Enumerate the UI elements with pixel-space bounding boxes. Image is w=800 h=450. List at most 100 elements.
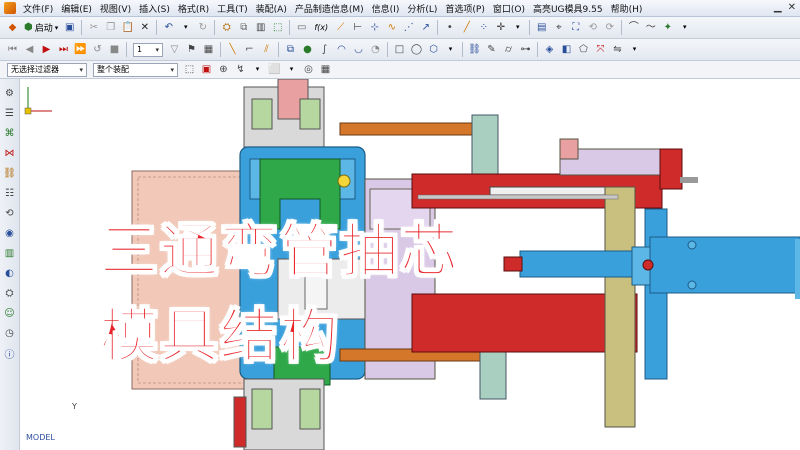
view-options-icon[interactable]: ◎ [301,62,316,77]
paste-icon[interactable]: 📋 [120,20,135,35]
sphere-icon[interactable]: ● [300,42,315,57]
undo-icon[interactable]: ↶ [161,20,176,35]
web-browser-icon[interactable]: ◉ [3,226,17,240]
checker-flag-icon[interactable]: ▦ [201,42,216,57]
undo-dropdown-icon[interactable]: ▾ [178,20,193,35]
settings-icon[interactable]: ⚙ [3,86,17,100]
menu-assembly[interactable]: 装配(A) [252,2,291,15]
dropdown-icon[interactable]: ▾ [443,42,458,57]
snap-point-icon[interactable]: ⊕ [216,62,231,77]
play-icon[interactable]: ▶ [39,42,54,57]
orient-view-icon[interactable]: ⟳ [602,20,617,35]
assembly-tool-icon[interactable]: ⛭ [219,20,234,35]
delete-icon[interactable]: ✕ [137,20,152,35]
fit-view-icon[interactable]: ⛶ [568,20,583,35]
menu-edit[interactable]: 编辑(E) [57,2,96,15]
arc-icon[interactable]: ⌒ [626,20,641,35]
history-icon[interactable]: ⟲ [3,206,17,220]
component-icon[interactable]: ⧉ [236,20,251,35]
offset-icon[interactable]: ⫽ [259,42,274,57]
graphics-viewport[interactable]: 三通弯管抽芯 模具结构 Y MODEL [20,79,800,450]
spline-icon[interactable]: 〜 [643,20,658,35]
menu-pmi[interactable]: 产品制造信息(M) [291,2,368,15]
menu-tools[interactable]: 工具(T) [213,2,252,15]
part-navigator-icon[interactable]: ⛓ [3,166,17,180]
menu-analysis[interactable]: 分析(L) [403,2,441,15]
assembly-navigator-icon[interactable]: ⌘ [3,126,17,140]
dimension-icon[interactable]: ⊢ [350,20,365,35]
sketch-line-icon[interactable]: ╲ [225,42,240,57]
layer-select[interactable]: 1 ▾ [133,42,163,57]
line-icon[interactable]: ╱ [459,20,474,35]
menu-file[interactable]: 文件(F) [19,2,57,15]
direction-icon[interactable]: ↗ [418,20,433,35]
menu-format[interactable]: 格式(R) [174,2,213,15]
snap-arrow-icon[interactable]: ↯ [233,62,248,77]
copy-layer-icon[interactable]: ⧉ [283,42,298,57]
layer-settings-icon[interactable]: ▤ [534,20,549,35]
polygon-icon[interactable]: ⬡ [426,42,441,57]
roles-icon[interactable]: ☺ [3,306,17,320]
mold-tool-icon[interactable]: ⬚ [270,20,285,35]
box-select-icon[interactable]: ⬜ [267,62,282,77]
analysis-icon[interactable]: ◈ [542,42,557,57]
rectangle-icon[interactable]: □ [392,42,407,57]
save-icon[interactable]: ▣ [62,20,77,35]
deselect-icon[interactable]: ▣ [199,62,214,77]
trim-icon[interactable]: ⌐ [242,42,257,57]
toolbar-more-icon[interactable]: ▾ [627,42,642,57]
filter-icon[interactable]: ▽ [167,42,182,57]
curve-icon[interactable]: ∿ [384,20,399,35]
menu-insert[interactable]: 插入(S) [135,2,174,15]
type-filter-select[interactable]: 无选择过滤器 ▾ [7,62,87,77]
process-studio-icon[interactable]: ⛭ [3,286,17,300]
menu-help[interactable]: 帮助(H) [607,2,647,15]
dot-menu-icon[interactable]: ▾ [510,20,525,35]
surface-icon[interactable]: ◠ [334,42,349,57]
select-all-icon[interactable]: ⬚ [182,62,197,77]
stop-icon[interactable]: ■ [107,42,122,57]
render-style-icon[interactable]: ▦ [318,62,333,77]
cut-icon[interactable]: ✂ [86,20,101,35]
ruler-icon[interactable]: ⟋ [333,20,348,35]
step-back-icon[interactable]: ◀ [22,42,37,57]
joint-icon[interactable]: ⊶ [518,42,533,57]
coordinate-icon[interactable]: ⊹ [367,20,382,35]
minimize-icon[interactable]: ▁ [774,2,782,13]
measure-icon[interactable]: ▥ [253,20,268,35]
copy-icon[interactable]: ❐ [103,20,118,35]
select-mode-icon[interactable]: ▾ [284,62,299,77]
snap-icon[interactable]: ⌖ [551,20,566,35]
clock-icon[interactable]: ◷ [3,326,17,340]
menu-information[interactable]: 信息(I) [368,2,404,15]
move-icon[interactable]: ✛ [493,20,508,35]
menu-window[interactable]: 窗口(O) [489,2,529,15]
point-icon[interactable]: • [442,20,457,35]
selection-scope-select[interactable]: 整个装配 ▾ [93,62,178,77]
help-icon[interactable]: ⓘ [3,346,17,361]
last-frame-icon[interactable]: ⏩ [73,42,88,57]
wireframe-icon[interactable]: ⬠ [576,42,591,57]
close-icon[interactable]: ✕ [788,2,796,13]
menu-preferences[interactable]: 首选项(P) [441,2,488,15]
layers-icon[interactable]: ☰ [3,106,17,120]
snap-options-icon[interactable]: ▾ [250,62,265,77]
edit-icon[interactable]: ✎ [484,42,499,57]
start-button[interactable]: ⬢ 启动 ▾ [21,20,61,36]
circle-icon[interactable]: ◯ [409,42,424,57]
rotate-view-icon[interactable]: ⟲ [585,20,600,35]
transform-icon[interactable]: ⤧ [593,42,608,57]
section-icon[interactable]: ◧ [559,42,574,57]
page-icon[interactable]: ▭ [294,20,309,35]
flag-icon[interactable]: ⚑ [184,42,199,57]
pattern-icon[interactable]: ⋰ [401,20,416,35]
repeat-icon[interactable]: ↻ [195,20,210,35]
sweep-icon[interactable]: ◡ [351,42,366,57]
chain-icon[interactable]: ⛓ [467,42,482,57]
palette-icon[interactable]: ▥ [3,246,17,260]
toolbar-options-icon[interactable]: ▾ [677,20,692,35]
step-forward-icon[interactable]: ⏭ [56,42,71,57]
constraint-icon[interactable]: ⋈ [3,146,17,160]
point-set-icon[interactable]: ⁘ [476,20,491,35]
menu-view[interactable]: 视图(V) [96,2,135,15]
